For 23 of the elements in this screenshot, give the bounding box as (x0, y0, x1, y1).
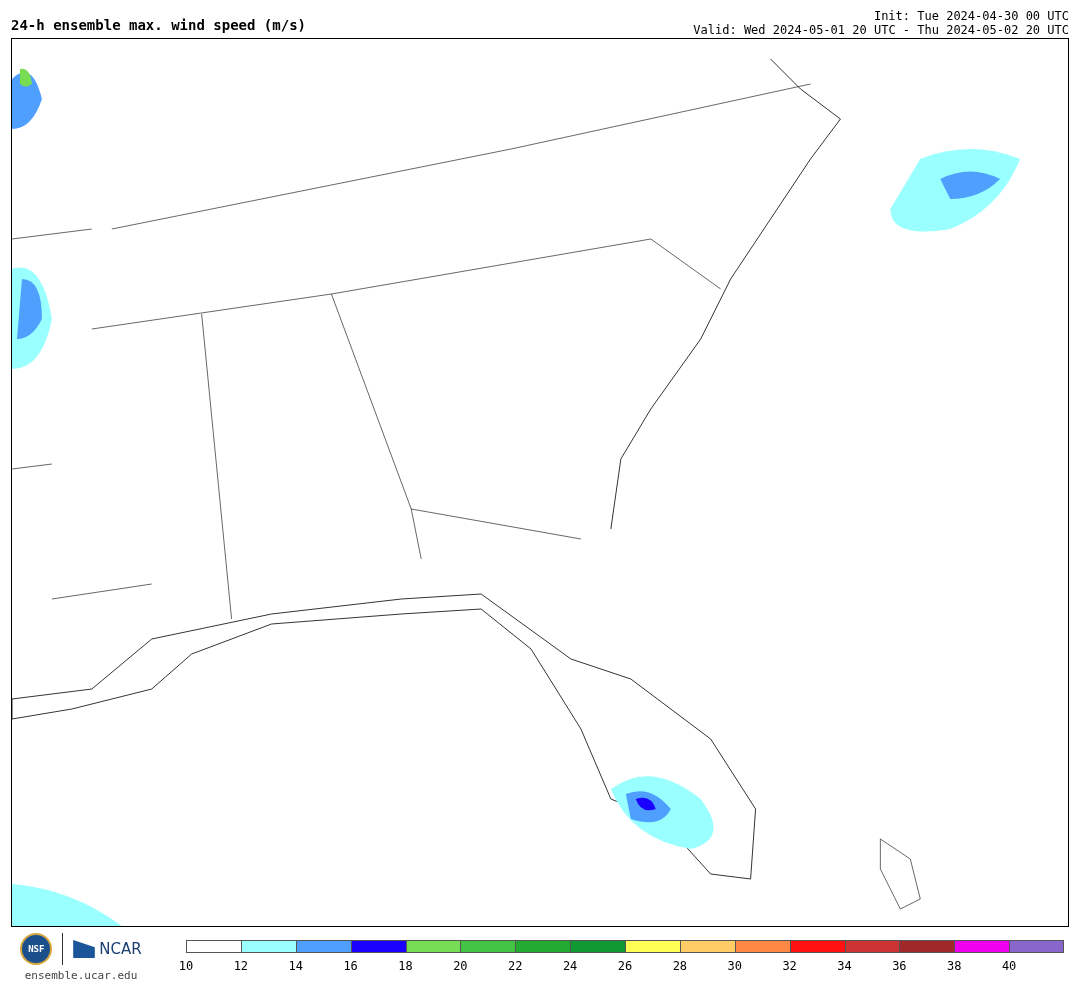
valid-time: Valid: Wed 2024-05-01 20 UTC - Thu 2024-05-02 20 UTC (693, 23, 1069, 37)
tick-label: 20 (453, 959, 468, 973)
tick-label: 10 (178, 959, 194, 973)
ncar-logo: NCAR (99, 940, 142, 958)
tick-label: 18 (398, 959, 413, 973)
tick-label: 26 (617, 959, 633, 973)
tick-label: 24 (562, 959, 578, 973)
ncar-mark-icon (73, 940, 96, 958)
tick-label: 34 (837, 959, 852, 973)
tick-label: 28 (672, 959, 688, 973)
tick-label: 16 (343, 959, 358, 973)
tick-label: 12 (233, 959, 249, 973)
tick-label: 22 (508, 959, 523, 973)
tick-label: 40 (1001, 959, 1017, 973)
plot-title: 24-h ensemble max. wind speed (m/s) (11, 17, 306, 35)
website-url: ensemble.ucar.edu (24, 969, 138, 982)
tick-label: 38 (947, 959, 962, 973)
tick-label: 30 (727, 959, 742, 973)
init-time: Init: Tue 2024-04-30 00 UTC (873, 9, 1069, 23)
nsf-logo: NSF (20, 933, 53, 965)
tick-label: 36 (892, 959, 907, 973)
tick-label: 14 (288, 959, 303, 973)
tick-label: 32 (782, 959, 797, 973)
